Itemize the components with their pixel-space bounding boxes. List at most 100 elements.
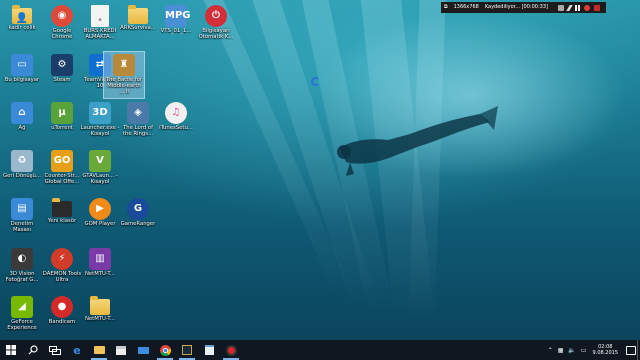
desktop-icon-label: VTS_01_1... xyxy=(160,28,192,34)
desktop-icon[interactable]: ⚙ Steam xyxy=(42,52,82,98)
bandicam-button[interactable] xyxy=(220,340,242,360)
desktop-icon[interactable]: G GameRanger xyxy=(118,196,158,242)
computer-icon: ▭ xyxy=(11,54,33,76)
loading-cursor-icon xyxy=(311,77,320,86)
folder-icon xyxy=(52,198,72,217)
folder-icon xyxy=(128,5,148,24)
bandicam-icon: ● xyxy=(51,296,73,318)
desktop-icon[interactable]: Yeni klasör xyxy=(42,196,82,242)
desktop-icon[interactable]: ● Bandicam xyxy=(42,294,82,340)
winrar-icon: ▥ xyxy=(89,248,111,270)
desktop-icon[interactable]: ⌂ Ağ xyxy=(2,100,42,146)
desktop-icon[interactable]: GO Counter-Str... Global Offe... xyxy=(42,148,82,194)
desktop-icon[interactable]: ♻ Geri Dönüşü... xyxy=(2,148,42,194)
chrome-button[interactable] xyxy=(154,340,176,360)
battle-middle-earth-icon: ♜ xyxy=(113,54,135,76)
desktop-icon-label: Bandicam xyxy=(48,319,76,325)
camera-icon[interactable] xyxy=(557,4,564,11)
network-icon[interactable]: ▦ xyxy=(558,347,564,354)
mail-button[interactable] xyxy=(132,340,154,360)
geforce-icon: ◢ xyxy=(11,296,33,318)
itunes-icon: ♫ xyxy=(165,102,187,124)
chrome-icon: ◉ xyxy=(51,5,73,27)
desktop-icon[interactable]: µ uTorrent xyxy=(42,100,82,146)
utorrent-icon: µ xyxy=(51,102,73,124)
desktop-icon[interactable]: ▭ Bu bilgisayar xyxy=(2,52,42,98)
desktop-icon-label: Geri Dönüşü... xyxy=(3,173,41,179)
desktop-icon-label: Google Chrome xyxy=(51,28,73,41)
desktop-icon-label: NetMTU-T... xyxy=(84,271,116,277)
desktop-icon-label: GOM Player xyxy=(84,221,116,227)
desktop-icon-label: GeForce Experience xyxy=(7,319,37,332)
taskbar-clock[interactable]: 02:08 9.08.2015 xyxy=(593,344,618,356)
store-button[interactable] xyxy=(110,340,132,360)
desktop-icon-label: Steam xyxy=(53,77,71,83)
desktop-icon[interactable]: ▥ NetMTU-T... xyxy=(80,246,120,292)
gom-player-icon: ▶ xyxy=(89,198,111,220)
gta-v-icon: V xyxy=(89,150,111,172)
steam-icon: ⚙ xyxy=(51,54,73,76)
network-icon: ⌂ xyxy=(11,102,33,124)
lol-launcher-button[interactable] xyxy=(176,340,198,360)
edge-button[interactable]: e xyxy=(66,340,88,360)
3dm-launcher-icon: 3D xyxy=(89,102,111,124)
action-center-icon[interactable] xyxy=(626,345,636,355)
screen-recorder-bar: ⧉ 1366x768 Kaydediliyor... [00:00:33] xyxy=(441,2,606,13)
desktop-icon-label: GameRanger xyxy=(120,221,156,227)
desktop-icon-label: The Lord of the Rings... xyxy=(122,125,154,138)
league-icon xyxy=(182,345,192,355)
chrome-icon xyxy=(159,344,171,356)
recorder-window-icon[interactable]: ⧉ xyxy=(444,2,448,13)
desktop-icon[interactable]: ARKSurviva... xyxy=(118,3,158,49)
desktop-icon-label: uTorrent xyxy=(51,125,73,131)
edge-icon: e xyxy=(73,343,81,357)
3d-vision-icon: ◐ xyxy=(11,248,33,270)
desktop-icon-label: Yeni klasör xyxy=(47,218,77,224)
desktop-icon-label: Bilgisayarı Otomatik K... xyxy=(198,28,234,41)
desktop-icon-label: The Battle for Middle-earth ... II xyxy=(105,77,143,96)
pencil-icon[interactable] xyxy=(566,4,573,11)
task-view-button[interactable] xyxy=(44,340,66,360)
desktop-icon[interactable]: 3D Launcher.exe - Kısayol xyxy=(80,100,120,146)
windows-logo-icon xyxy=(6,345,16,355)
close-icon[interactable] xyxy=(593,4,600,11)
keyboard-icon[interactable]: ▭ xyxy=(581,347,587,354)
desktop-icon[interactable]: ▤ Denetim Masası xyxy=(2,196,42,242)
csgo-icon: GO xyxy=(51,150,73,172)
folder-icon xyxy=(90,296,110,315)
desktop-icon[interactable]: V GTAVLaun... - Kısayol xyxy=(80,148,120,194)
desktop-icon-label: ARKSurviva... xyxy=(120,25,156,31)
user-folder-icon: 👤 xyxy=(12,5,32,24)
desktop-icon[interactable]: ▶ GOM Player xyxy=(80,196,120,242)
taskbar: e ⌃ ▦ 🔈 ▭ 02:08 9.08.2015 xyxy=(0,340,640,360)
desktop-icon-label: Counter-Str... Global Offe... xyxy=(44,173,80,186)
desktop-icon-label: BURS KREDİ ALMAKTA... xyxy=(83,28,117,41)
pause-icon[interactable] xyxy=(574,4,580,11)
desktop-icon[interactable]: ♫ iTunesSetu... xyxy=(156,100,196,146)
desktop-icon[interactable]: NetMTU-T... xyxy=(80,294,120,340)
task-view-icon xyxy=(49,345,61,355)
volume-icon[interactable]: 🔈 xyxy=(568,347,575,354)
notepad-button[interactable] xyxy=(198,340,220,360)
desktop-icon[interactable]: 👤 kadir celik xyxy=(2,3,42,49)
control-panel-icon: ▤ xyxy=(11,198,33,220)
desktop-icon[interactable]: ♜ The Battle for Middle-earth ... II xyxy=(103,51,145,99)
file-explorer-button[interactable] xyxy=(88,340,110,360)
desktop-icon[interactable]: ◐ 3D Vision Fotoğraf G... xyxy=(2,246,42,292)
desktop-icon[interactable]: MPG VTS_01_1... xyxy=(156,3,196,49)
desktop-icon[interactable]: ⚡ DAEMON Tools Ultra xyxy=(42,246,82,292)
document-icon: ≡ xyxy=(91,5,109,27)
chevron-up-icon[interactable]: ⌃ xyxy=(548,347,553,354)
file-explorer-icon xyxy=(93,346,105,354)
start-button[interactable] xyxy=(0,340,22,360)
record-stop-icon[interactable] xyxy=(583,4,590,11)
desktop-icon-label: 3D Vision Fotoğraf G... xyxy=(5,271,39,284)
desktop-icon[interactable]: ≡ BURS KREDİ ALMAKTA... xyxy=(80,3,120,49)
desktop-icon-label: Bu bilgisayar xyxy=(4,77,40,83)
desktop-icon[interactable]: ◉ Google Chrome xyxy=(42,3,82,49)
desktop-icon[interactable]: ⏻ Bilgisayarı Otomatik K... xyxy=(196,3,236,49)
store-icon xyxy=(116,345,126,355)
desktop-icon[interactable]: ◈ The Lord of the Rings... xyxy=(118,100,158,146)
desktop-icon[interactable]: ◢ GeForce Experience xyxy=(2,294,42,340)
search-button[interactable] xyxy=(22,340,44,360)
